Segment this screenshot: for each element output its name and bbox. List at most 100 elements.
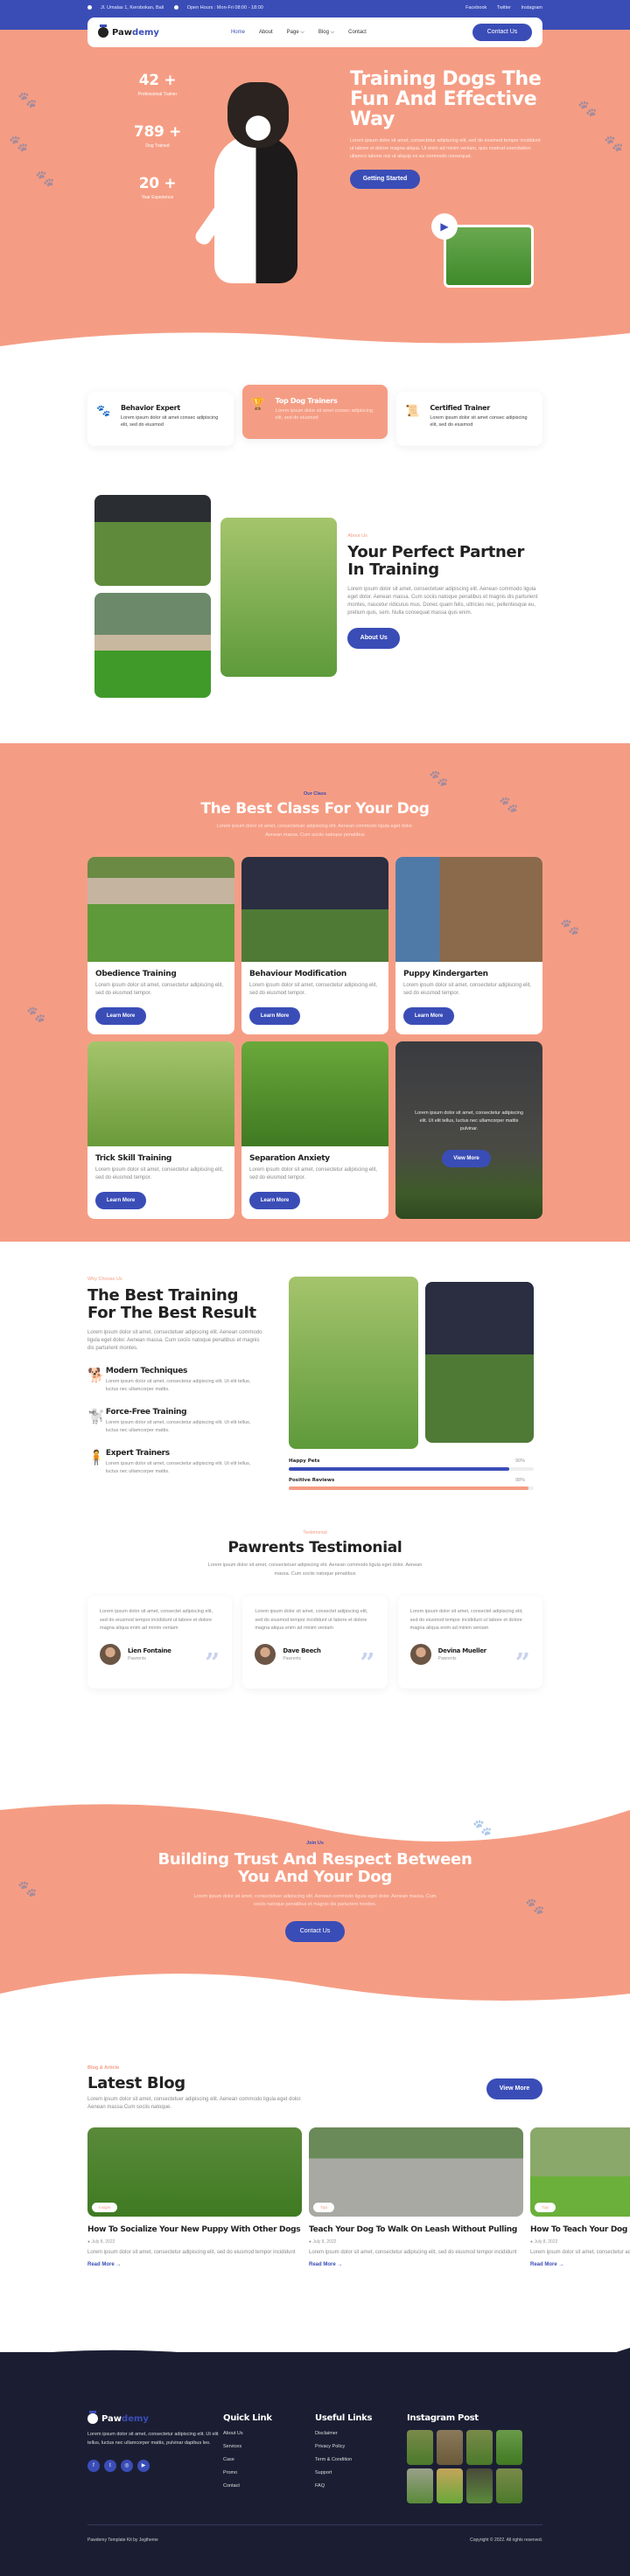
join-contact-button[interactable]: Contact Us <box>285 1921 345 1942</box>
testimonial-card: Lorem ipsum dolor sit amet, consectet ad… <box>397 1596 542 1688</box>
why-item-title: Force-Free Training <box>105 1408 187 1417</box>
quote-icon: ” <box>360 1648 375 1679</box>
blog-image[interactable]: Tips <box>530 2127 630 2217</box>
quote-icon: ” <box>514 1648 530 1679</box>
blog-post-title[interactable]: Teach Your Dog To Walk On Leash Without … <box>309 2225 523 2235</box>
blog-category[interactable]: Tips <box>535 2203 556 2212</box>
learn-more-button[interactable]: Learn More <box>249 1192 300 1209</box>
chevron-down-icon: ⌵ <box>300 29 304 35</box>
features-row: 🐾 Behavior Expert Lorem ipsum dolor sit a… <box>88 359 543 446</box>
learn-more-button[interactable]: Learn More <box>249 1007 300 1025</box>
testimonial-quote: Lorem ipsum dolor sit amet, consectet ad… <box>255 1609 368 1631</box>
progress-happy-pets: Happy Pets 90% <box>289 1459 534 1471</box>
class-title: Puppy Kindergarten <box>403 970 488 978</box>
read-more-link[interactable]: Read More → <box>309 2262 523 2267</box>
learn-more-button[interactable]: Learn More <box>95 1192 146 1209</box>
nav-about[interactable]: About <box>259 30 273 36</box>
view-more-button[interactable]: View More <box>442 1150 491 1167</box>
footer-link[interactable]: Services <box>223 2444 315 2449</box>
section-tag: Blog & Article <box>88 2065 120 2071</box>
instagram-link[interactable]: Instagram <box>522 5 542 10</box>
blog-excerpt: Lorem ipsum dolor sit amet, consectetur … <box>88 2250 296 2255</box>
footer-link[interactable]: Privacy Policy <box>315 2444 407 2449</box>
footer-logo[interactable]: Paw demy <box>88 2411 223 2424</box>
progress-label: Positive Reviews <box>289 1478 335 1483</box>
testimonial-quote: Lorem ipsum dolor sit amet, consectet ad… <box>100 1609 214 1631</box>
feature-card: 📜 Certified Trainer Lorem ipsum dolor sit… <box>396 392 543 446</box>
video-thumbnail[interactable] <box>444 225 534 288</box>
footer-link[interactable]: Contact <box>223 2483 315 2489</box>
footer-link[interactable]: Case <box>223 2457 315 2462</box>
testimonial-name: Dave Beech <box>283 1647 321 1654</box>
trainer-icon: 🧍 <box>88 1451 105 1466</box>
class-image <box>396 857 542 962</box>
class-title: Behaviour Modification <box>249 970 347 978</box>
blog-excerpt: Lorem ipsum dolor sit amet, consectetur … <box>309 2250 517 2255</box>
nav-home[interactable]: Home <box>231 30 245 36</box>
class-text: Lorem ipsum dolor sit amet, consectetur … <box>95 983 224 996</box>
class-text: Lorem ipsum dolor sit amet, consectetur … <box>95 1167 224 1180</box>
instagram-thumb[interactable] <box>466 2430 493 2465</box>
instagram-thumb[interactable] <box>496 2468 522 2503</box>
class-card: Behaviour Modification Lorem ipsum dolor … <box>242 857 388 1034</box>
testimonial-name: Lien Fontaine <box>128 1647 172 1654</box>
footer-link[interactable]: FAQ <box>315 2483 407 2489</box>
testimonial-text: Lorem ipsum dolor sit amet, consectetuer… <box>207 1563 423 1577</box>
play-icon[interactable]: ▶ <box>431 213 458 240</box>
youtube-icon[interactable]: ▶ <box>137 2460 150 2472</box>
quick-link-title: Quick Link <box>223 2413 272 2423</box>
footer-link[interactable]: About Us <box>223 2431 315 2436</box>
why-image-1 <box>289 1277 418 1449</box>
hero-stats: 42 + Professional Trainer 789 + Dog Traine… <box>122 72 192 226</box>
section-tag: Our Class <box>304 791 326 797</box>
footer-link[interactable]: Support <box>315 2470 407 2475</box>
logo[interactable]: Paw demy <box>98 24 159 38</box>
instagram-thumb[interactable] <box>466 2468 493 2503</box>
footer-link[interactable]: Promo <box>223 2470 315 2475</box>
getting-started-button[interactable]: Getting Started <box>350 170 420 189</box>
nav-page[interactable]: Page ⌵ <box>287 30 304 36</box>
instagram-thumb[interactable] <box>437 2430 463 2465</box>
blog-excerpt: Lorem ipsum dolor sit amet, consectetur … <box>530 2250 630 2255</box>
read-more-link[interactable]: Read More → <box>530 2262 630 2267</box>
logo-text-2: demy <box>132 27 159 38</box>
view-more-blog-button[interactable]: View More <box>486 2078 542 2099</box>
class-card: Puppy Kindergarten Lorem ipsum dolor sit … <box>396 857 542 1034</box>
paw-icon: 🐾 <box>578 100 598 117</box>
feature-card: 🐾 Behavior Expert Lorem ipsum dolor sit a… <box>88 392 234 446</box>
blog-category[interactable]: Tips <box>313 2203 335 2212</box>
facebook-icon[interactable]: f <box>88 2460 100 2472</box>
clock-icon <box>173 5 178 10</box>
testimonial-role: Pawrents <box>438 1655 457 1661</box>
why-item-text: Lorem ipsum dolor sit amet, consectetur … <box>105 1379 251 1392</box>
paw-icon: 🐾 <box>26 1006 46 1023</box>
instagram-thumb[interactable] <box>407 2468 433 2503</box>
blog-image[interactable]: Tips <box>309 2127 523 2217</box>
about-us-button[interactable]: About Us <box>347 628 401 649</box>
blog-title: Latest Blog <box>88 2074 186 2092</box>
nav-contact[interactable]: Contact <box>348 30 367 36</box>
nav-blog[interactable]: Blog ⌵ <box>318 30 334 36</box>
address: Jl. Umalas 1, Kerobokan, Bali <box>101 5 164 10</box>
blog-post-title[interactable]: How To Socialize Your New Puppy With Oth… <box>88 2225 302 2235</box>
instagram-thumb[interactable] <box>407 2430 433 2465</box>
learn-more-button[interactable]: Learn More <box>403 1007 454 1025</box>
blog-post-title[interactable]: How To Teach Your Dog To Drop Items <box>530 2225 630 2235</box>
stat-label: Dog Trained <box>145 143 170 149</box>
footer-link[interactable]: Term & Condition <box>315 2457 407 2462</box>
blog-category[interactable]: Insight <box>92 2203 118 2212</box>
blog-card: Tips Teach Your Dog To Walk On Leash Wit… <box>309 2127 523 2267</box>
twitter-icon[interactable]: t <box>104 2460 116 2472</box>
instagram-thumb[interactable] <box>496 2430 522 2465</box>
instagram-thumb[interactable] <box>437 2468 463 2503</box>
read-more-link[interactable]: Read More → <box>88 2262 302 2267</box>
footer-link[interactable]: Disclaimer <box>315 2431 407 2436</box>
instagram-icon[interactable]: ◎ <box>121 2460 133 2472</box>
blog-image[interactable]: Insight <box>88 2127 302 2217</box>
nav-blog-label: Blog <box>318 29 329 35</box>
contact-us-button[interactable]: Contact Us <box>472 24 532 41</box>
learn-more-button[interactable]: Learn More <box>95 1007 146 1025</box>
facebook-link[interactable]: Facebook <box>466 5 486 10</box>
twitter-link[interactable]: Twitter <box>497 5 511 10</box>
class-image <box>88 857 234 962</box>
